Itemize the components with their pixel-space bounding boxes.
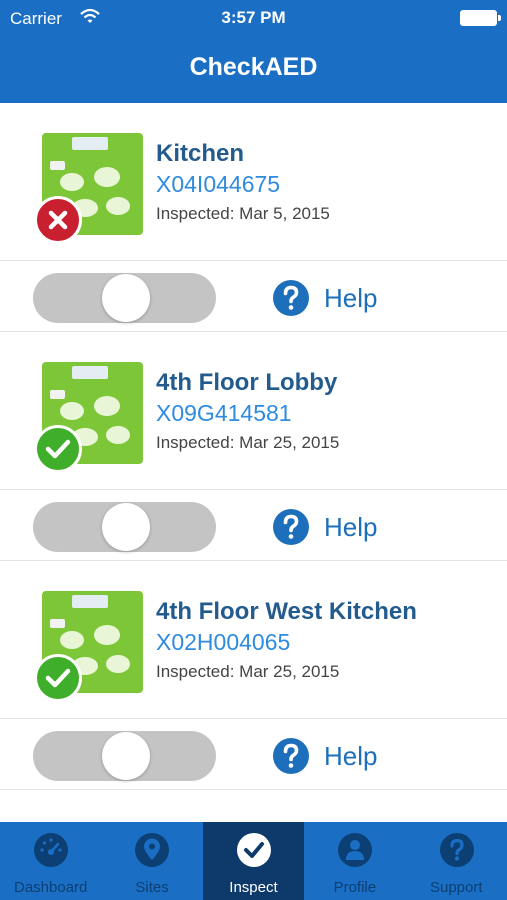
help-label: Help <box>324 740 378 771</box>
aed-info-row[interactable]: 4th Floor West Kitchen X02H004065 Inspec… <box>0 561 507 719</box>
question-icon <box>438 831 476 869</box>
status-time: 3:57 PM <box>221 8 286 27</box>
aed-location-name: Kitchen <box>156 140 245 167</box>
dashboard-icon <box>32 831 70 869</box>
status-bar: Carrier 3:57 PM <box>0 0 507 36</box>
aed-location-name: 4th Floor West Kitchen <box>156 598 417 625</box>
aed-info-row[interactable]: Kitchen X04I044675 Inspected: Mar 5, 201… <box>0 103 507 261</box>
tab-label: Support <box>429 879 483 896</box>
tab-label: Profile <box>333 879 377 896</box>
user-icon <box>336 831 374 869</box>
location-pin-icon <box>133 831 171 869</box>
tab-support[interactable]: Support <box>406 822 507 900</box>
aed-inspected-date: Inspected: Mar 25, 2015 <box>156 433 340 452</box>
battery-icon <box>460 10 497 26</box>
fail-status-icon <box>34 196 82 244</box>
app-header: Carrier 3:57 PM CheckAED <box>0 0 507 103</box>
inspection-toggle[interactable] <box>33 502 216 552</box>
help-button[interactable]: Help <box>272 736 377 776</box>
tab-label: Dashboard <box>14 879 88 896</box>
battery-tip <box>498 15 501 21</box>
pass-status-icon <box>34 425 82 473</box>
aed-actions-row: Help <box>0 719 507 790</box>
aed-card: 4th Floor Lobby X09G414581 Inspected: Ma… <box>0 332 507 561</box>
question-icon <box>273 738 309 774</box>
aed-serial-number: X04I044675 <box>156 171 281 197</box>
toggle-knob[interactable] <box>102 732 150 780</box>
tab-profile[interactable]: Profile <box>304 822 405 900</box>
help-label: Help <box>324 282 378 313</box>
tab-label: Sites <box>135 879 169 896</box>
toggle-knob[interactable] <box>102 274 150 322</box>
pass-status-icon <box>34 654 82 702</box>
aed-card: Kitchen X04I044675 Inspected: Mar 5, 201… <box>0 103 507 332</box>
help-button[interactable]: Help <box>272 507 377 547</box>
tab-inspect[interactable]: Inspect <box>202 822 305 900</box>
aed-location-name: 4th Floor Lobby <box>156 369 338 396</box>
tab-dashboard[interactable]: Dashboard <box>0 822 101 900</box>
aed-actions-row: Help <box>0 490 507 561</box>
aed-list: Kitchen X04I044675 Inspected: Mar 5, 201… <box>0 103 507 790</box>
inspection-toggle[interactable] <box>33 731 216 781</box>
help-label: Help <box>324 511 378 542</box>
page-title: CheckAED <box>189 53 318 81</box>
checkmark-icon <box>235 831 273 869</box>
tab-bar: Dashboard Sites Inspect Profile Support <box>0 822 507 900</box>
toggle-knob[interactable] <box>102 503 150 551</box>
tab-label: Inspect <box>229 879 278 896</box>
tab-sites[interactable]: Sites <box>101 822 202 900</box>
aed-actions-row: Help <box>0 261 507 332</box>
aed-inspected-date: Inspected: Mar 5, 2015 <box>156 204 330 223</box>
aed-info-row[interactable]: 4th Floor Lobby X09G414581 Inspected: Ma… <box>0 332 507 490</box>
inspection-toggle[interactable] <box>33 273 216 323</box>
question-icon <box>273 280 309 316</box>
aed-card: 4th Floor West Kitchen X02H004065 Inspec… <box>0 561 507 790</box>
question-icon <box>273 509 309 545</box>
aed-inspected-date: Inspected: Mar 25, 2015 <box>156 662 340 681</box>
aed-serial-number: X02H004065 <box>156 629 291 655</box>
help-button[interactable]: Help <box>272 278 377 318</box>
aed-serial-number: X09G414581 <box>156 400 292 426</box>
